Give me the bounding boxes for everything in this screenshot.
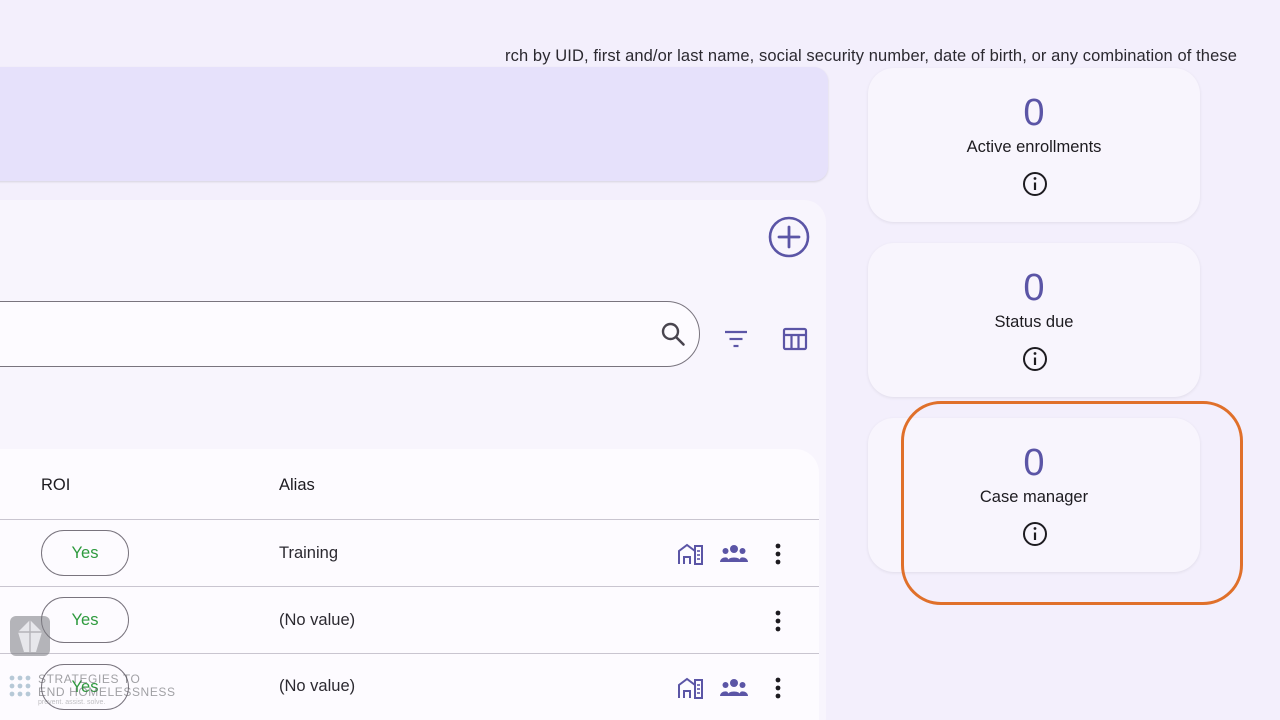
more-vert-icon (775, 543, 781, 565)
more-vert-icon (775, 610, 781, 632)
watermark-line-2: END HOMELESSNESS (38, 685, 176, 699)
search-hint-banner (0, 67, 828, 181)
stat-card-status-due: 0 Status due (868, 243, 1200, 397)
stat-card-case-manager: 0 Case manager (868, 418, 1200, 572)
alias-cell: (No value) (279, 677, 356, 695)
household-button[interactable] (719, 674, 749, 702)
roi-chip[interactable]: Yes (41, 530, 129, 576)
view-columns-icon (782, 327, 808, 351)
watermark-tagline: prevent. assist. solve. (38, 699, 106, 706)
stat-value: 0 (1023, 92, 1045, 134)
dots-logo-icon (9, 675, 31, 697)
row-more-button[interactable] (764, 674, 792, 702)
stat-card-active-enrollments: 0 Active enrollments (868, 68, 1200, 222)
info-icon[interactable] (1022, 171, 1048, 197)
stat-label: Case manager (979, 488, 1089, 506)
columns-button[interactable] (780, 324, 810, 354)
housing-icon (678, 543, 703, 565)
row-divider (0, 586, 819, 587)
search-icon[interactable] (660, 321, 686, 347)
column-header-alias[interactable]: Alias (279, 476, 315, 495)
info-icon[interactable] (1022, 521, 1048, 547)
housing-button[interactable] (676, 674, 704, 702)
stat-value: 0 (1023, 442, 1045, 484)
search-hint-text: rch by UID, first and/or last name, soci… (505, 47, 1237, 65)
add-circle-icon (768, 216, 810, 258)
alias-cell: (No value) (279, 611, 356, 629)
search-field[interactable] (0, 301, 700, 368)
crystal-logo-icon (10, 616, 50, 656)
search-input[interactable] (21, 302, 625, 368)
household-icon (720, 545, 748, 562)
household-icon (720, 679, 748, 696)
add-client-button[interactable] (768, 216, 810, 258)
housing-button[interactable] (676, 540, 704, 568)
household-button[interactable] (719, 540, 749, 568)
column-header-roi[interactable]: ROI (41, 476, 70, 495)
stat-label: Active enrollments (966, 138, 1102, 156)
filter-button[interactable] (722, 325, 750, 353)
row-more-button[interactable] (764, 607, 792, 635)
more-vert-icon (775, 677, 781, 699)
filter-icon (725, 330, 747, 348)
client-search-page: rch by UID, first and/or last name, soci… (0, 0, 1280, 720)
stat-value: 0 (1023, 267, 1045, 309)
housing-icon (678, 677, 703, 699)
info-icon[interactable] (1022, 346, 1048, 372)
row-more-button[interactable] (764, 540, 792, 568)
stat-label: Status due (994, 313, 1074, 331)
alias-cell: Training (279, 544, 338, 562)
header-divider (0, 519, 819, 520)
watermark-line-1: STRATEGIES TO (38, 672, 141, 686)
watermark-logo: STRATEGIES TO END HOMELESSNESS prevent. … (8, 612, 208, 712)
